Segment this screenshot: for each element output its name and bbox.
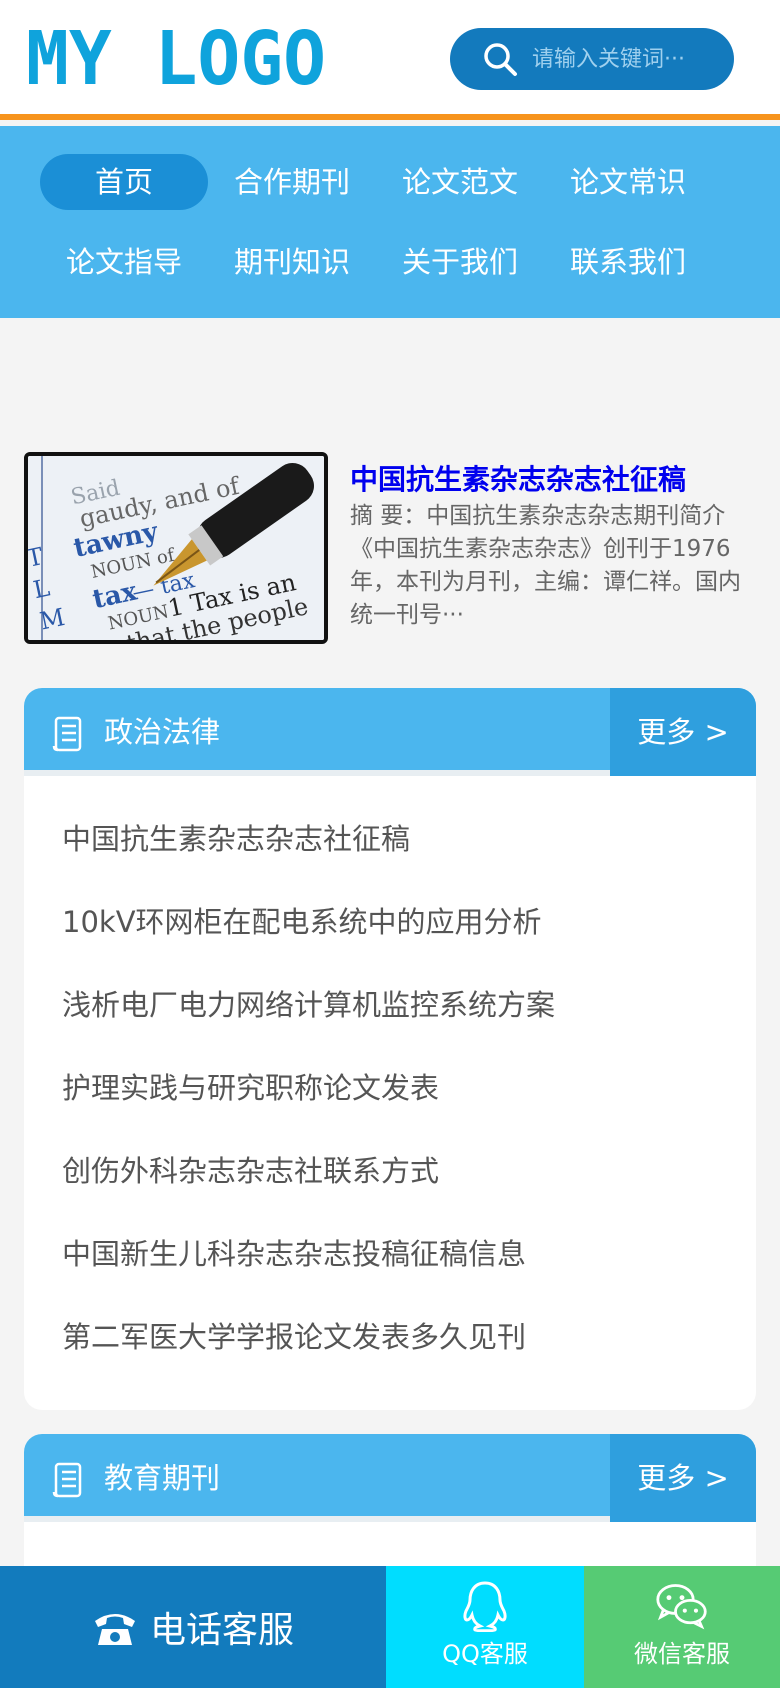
- more-link[interactable]: 更多 >: [610, 1434, 756, 1522]
- logo-text: MY LOGO: [26, 26, 326, 92]
- nav-item-about-us[interactable]: 关于我们: [376, 234, 544, 290]
- pen-on-dictionary-image: Said gaudy, and of tawny NOUN of tax — t…: [28, 456, 324, 640]
- document-icon: [52, 716, 82, 752]
- list-item[interactable]: 中国抗生素杂志杂志社征稿: [62, 798, 756, 881]
- search-box[interactable]: [450, 28, 734, 90]
- nav-item-paper-samples[interactable]: 论文范文: [376, 154, 544, 210]
- phone-service-label: 电话客服: [149, 1610, 294, 1651]
- qq-penguin-icon: [463, 1581, 507, 1632]
- nav-item-paper-guidance[interactable]: 论文指导: [40, 234, 208, 290]
- section-title: 政治法律: [104, 715, 221, 749]
- logo-graphic: MY LOGO: [26, 26, 326, 92]
- article-list: 中国抗生素杂志杂志社征稿 10kV环网柜在配电系统中的应用分析 浅析电厂电力网络…: [24, 776, 756, 1379]
- header: MY LOGO: [0, 0, 780, 120]
- section-title: 教育期刊: [104, 1461, 221, 1495]
- qq-service-button[interactable]: QQ客服: [386, 1566, 584, 1688]
- list-item[interactable]: 10kV环网柜在配电系统中的应用分析: [62, 881, 756, 964]
- list-item[interactable]: 护理实践与研究职称论文发表: [62, 1047, 756, 1130]
- featured-summary: 摘 要：中国抗生素杂志杂志期刊简介《中国抗生素杂志杂志》创刊于1976年，本刊为…: [350, 503, 741, 628]
- nav-item-contact-us[interactable]: 联系我们: [544, 234, 712, 290]
- nav-item-cooperative-journals[interactable]: 合作期刊: [208, 154, 376, 210]
- nav-item-journal-knowledge[interactable]: 期刊知识: [208, 234, 376, 290]
- wechat-service-button[interactable]: 微信客服: [584, 1566, 780, 1688]
- section-header: 政治法律 更多 >: [24, 688, 756, 776]
- telephone-icon: [94, 1614, 135, 1645]
- search-icon[interactable]: [482, 41, 518, 77]
- phone-service-button[interactable]: 电话客服: [0, 1566, 386, 1688]
- bottom-contact-bar: 电话客服 QQ客服 微信客服: [0, 1566, 780, 1688]
- list-item[interactable]: 浅析电厂电力网络计算机监控系统方案: [62, 964, 756, 1047]
- qq-service-label: QQ客服: [442, 1640, 528, 1668]
- main-nav: 首页 合作期刊 论文范文 论文常识 论文指导 期刊知识 关于我们 联系我们: [0, 126, 780, 318]
- document-icon: [52, 1462, 82, 1498]
- featured-article[interactable]: Said gaudy, and of tawny NOUN of tax — t…: [24, 452, 760, 644]
- wechat-icon: [656, 1584, 707, 1630]
- section-header: 教育期刊 更多 >: [24, 1434, 756, 1522]
- list-item[interactable]: 中国新生儿科杂志杂志投稿征稿信息: [62, 1213, 756, 1296]
- nav-item-paper-knowledge[interactable]: 论文常识: [544, 154, 712, 210]
- nav-item-home[interactable]: 首页: [40, 154, 208, 210]
- search-input[interactable]: [532, 46, 712, 72]
- list-item[interactable]: 第二军医大学学报论文发表多久见刊: [62, 1296, 756, 1379]
- list-item[interactable]: 创伤外科杂志杂志社联系方式: [62, 1130, 756, 1213]
- featured-image[interactable]: Said gaudy, and of tawny NOUN of tax — t…: [24, 452, 328, 644]
- featured-title[interactable]: 中国抗生素杂志杂志社征稿: [350, 458, 760, 498]
- section-politics-law: 政治法律 更多 > 中国抗生素杂志杂志社征稿 10kV环网柜在配电系统中的应用分…: [24, 688, 756, 1410]
- site-logo[interactable]: MY LOGO: [26, 26, 326, 92]
- more-link[interactable]: 更多 >: [610, 688, 756, 776]
- wechat-service-label: 微信客服: [634, 1640, 730, 1668]
